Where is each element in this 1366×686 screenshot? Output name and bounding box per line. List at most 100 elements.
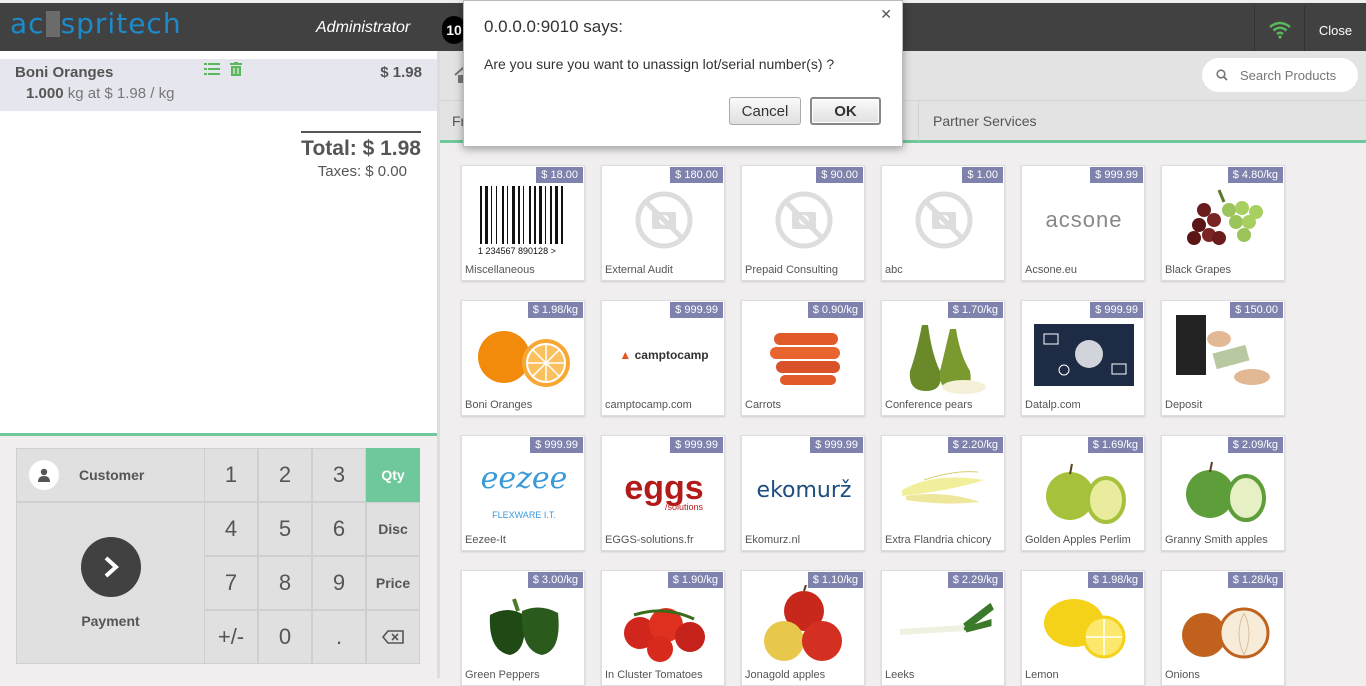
product-price-tag: $ 999.99 bbox=[1090, 167, 1143, 183]
close-button[interactable]: Close bbox=[1304, 6, 1366, 54]
trash-icon[interactable] bbox=[230, 62, 242, 81]
product-name: Onions bbox=[1165, 669, 1200, 681]
product-card[interactable]: eezee FLEXWARE I.T. $ 999.99 Eezee-It bbox=[461, 435, 585, 551]
product-card[interactable]: $ 90.00 Prepaid Consulting bbox=[741, 165, 865, 281]
product-card[interactable]: $ 999.99 Datalp.com bbox=[1021, 300, 1145, 416]
order-total: Total: $ 1.98 bbox=[301, 131, 421, 161]
product-card[interactable]: $ 180.00 External Audit bbox=[601, 165, 725, 281]
category-button-partner-services[interactable]: Partner Services bbox=[918, 101, 1366, 141]
order-taxes: Taxes: $ 0.00 bbox=[317, 163, 407, 180]
product-image bbox=[612, 585, 716, 665]
payment-button[interactable]: Payment bbox=[16, 502, 205, 664]
numpad-key-9[interactable]: 9 bbox=[312, 556, 366, 610]
product-card[interactable]: $ 1.98/kg Boni Oranges bbox=[461, 300, 585, 416]
product-card[interactable]: ekomurž $ 999.99 Ekomurz.nl bbox=[741, 435, 865, 551]
numpad-key-1[interactable]: 1 bbox=[204, 448, 258, 502]
wifi-icon bbox=[1254, 6, 1304, 54]
numpad-key-6[interactable]: 6 bbox=[312, 502, 366, 556]
product-card[interactable]: $ 3.00/kg Green Peppers bbox=[461, 570, 585, 686]
mode-qty-button[interactable]: Qty bbox=[366, 448, 420, 502]
product-image: acsone bbox=[1045, 207, 1123, 232]
search-placeholder: Search Products bbox=[1240, 67, 1337, 83]
close-icon[interactable]: ✕ bbox=[880, 6, 892, 23]
product-card[interactable]: $ 2.29/kg Leeks bbox=[881, 570, 1005, 686]
product-name: Datalp.com bbox=[1025, 399, 1081, 411]
product-price-tag: $ 1.69/kg bbox=[1087, 437, 1143, 453]
product-image bbox=[472, 585, 576, 665]
backspace-button[interactable] bbox=[366, 610, 420, 664]
product-image bbox=[752, 315, 856, 395]
product-price-tag: $ 1.98/kg bbox=[527, 302, 583, 318]
product-card[interactable]: $ 0.90/kg Carrots bbox=[741, 300, 865, 416]
product-image bbox=[1172, 585, 1276, 665]
dialog-message: Are you sure you want to unassign lot/se… bbox=[484, 56, 835, 72]
product-price-tag: $ 4.80/kg bbox=[1227, 167, 1283, 183]
product-name: Extra Flandria chicory bbox=[885, 534, 992, 546]
product-name: Jonagold apples bbox=[745, 669, 826, 681]
product-image bbox=[892, 315, 996, 395]
product-card[interactable]: eggs/solutions $ 999.99 EGGS-solutions.fr bbox=[601, 435, 725, 551]
product-name: Miscellaneous bbox=[465, 264, 535, 276]
product-card[interactable]: $ 1.90/kg In Cluster Tomatoes bbox=[601, 570, 725, 686]
product-price-tag: $ 999.99 bbox=[810, 437, 863, 453]
product-price-tag: $ 90.00 bbox=[816, 167, 863, 183]
ok-button[interactable]: OK bbox=[810, 97, 881, 125]
chevron-right-icon bbox=[80, 537, 141, 597]
numpad-key-5[interactable]: 5 bbox=[258, 502, 312, 556]
product-name: Lemon bbox=[1025, 669, 1059, 681]
product-name: External Audit bbox=[605, 264, 673, 276]
numpad-key-7[interactable]: 7 bbox=[204, 556, 258, 610]
product-card[interactable]: $ 1.10/kg Jonagold apples bbox=[741, 570, 865, 686]
product-price-tag: $ 1.28/kg bbox=[1227, 572, 1283, 588]
product-card[interactable]: $ 1.69/kg Golden Apples Perlim bbox=[1021, 435, 1145, 551]
order-line-selected[interactable]: Boni Oranges $ 1.98 1.000 kg at $ 1.98 /… bbox=[0, 59, 437, 111]
product-card[interactable]: 1 234567 890128 > $ 18.00 Miscellaneous bbox=[461, 165, 585, 281]
lot-list-icon[interactable] bbox=[204, 62, 220, 81]
product-name: Green Peppers bbox=[465, 669, 540, 681]
product-image bbox=[892, 585, 996, 665]
product-image: ▲ camptocamp bbox=[619, 348, 709, 362]
product-image bbox=[892, 450, 996, 530]
product-image bbox=[1032, 585, 1136, 665]
product-price-tag: $ 2.29/kg bbox=[947, 572, 1003, 588]
mode-disc-button[interactable]: Disc bbox=[366, 502, 420, 556]
cancel-button[interactable]: Cancel bbox=[729, 97, 801, 125]
product-price-tag: $ 3.00/kg bbox=[527, 572, 583, 588]
product-card[interactable]: $ 1.00 abc bbox=[881, 165, 1005, 281]
product-card[interactable]: $ 2.20/kg Extra Flandria chicory bbox=[881, 435, 1005, 551]
product-image: eggs/solutions bbox=[612, 450, 716, 530]
product-image bbox=[1172, 315, 1276, 395]
product-name: In Cluster Tomatoes bbox=[605, 669, 703, 681]
product-price-tag: $ 2.20/kg bbox=[947, 437, 1003, 453]
product-image: 1 234567 890128 > bbox=[472, 180, 576, 260]
product-card[interactable]: ▲ camptocamp $ 999.99 camptocamp.com bbox=[601, 300, 725, 416]
numpad-key-2[interactable]: 2 bbox=[258, 448, 312, 502]
product-card[interactable]: $ 4.80/kg Black Grapes bbox=[1161, 165, 1285, 281]
product-price-tag: $ 999.99 bbox=[530, 437, 583, 453]
numpad-key-0[interactable]: 0 bbox=[258, 610, 312, 664]
product-card[interactable]: $ 1.98/kg Lemon bbox=[1021, 570, 1145, 686]
numpad-key-3[interactable]: 3 bbox=[312, 448, 366, 502]
product-name: Prepaid Consulting bbox=[745, 264, 838, 276]
control-panel: Customer Payment 1 2 3 Qty 4 5 6 Disc 7 … bbox=[0, 433, 437, 678]
user-name: Administrator bbox=[316, 19, 411, 36]
product-price-tag: $ 1.90/kg bbox=[667, 572, 723, 588]
product-card[interactable]: $ 150.00 Deposit bbox=[1161, 300, 1285, 416]
numpad-key-8[interactable]: 8 bbox=[258, 556, 312, 610]
product-card[interactable]: $ 1.70/kg Conference pears bbox=[881, 300, 1005, 416]
numpad-key-dot[interactable]: . bbox=[312, 610, 366, 664]
product-price-tag: $ 1.00 bbox=[962, 167, 1003, 183]
product-image bbox=[1032, 315, 1136, 395]
mode-price-button[interactable]: Price bbox=[366, 556, 420, 610]
order-line-unit: kg at $ 1.98 / kg bbox=[67, 85, 175, 102]
product-price-tag: $ 18.00 bbox=[536, 167, 583, 183]
product-card[interactable]: acsone $ 999.99 Acsone.eu bbox=[1021, 165, 1145, 281]
product-price-tag: $ 0.90/kg bbox=[807, 302, 863, 318]
numpad-key-plus-minus[interactable]: +/- bbox=[204, 610, 258, 664]
product-card[interactable]: $ 1.28/kg Onions bbox=[1161, 570, 1285, 686]
product-card[interactable]: $ 2.09/kg Granny Smith apples bbox=[1161, 435, 1285, 551]
customer-button[interactable]: Customer bbox=[16, 448, 205, 502]
search-input[interactable]: Search Products bbox=[1202, 58, 1358, 92]
dialog-title: 0.0.0.0:9010 says: bbox=[484, 17, 623, 36]
numpad-key-4[interactable]: 4 bbox=[204, 502, 258, 556]
